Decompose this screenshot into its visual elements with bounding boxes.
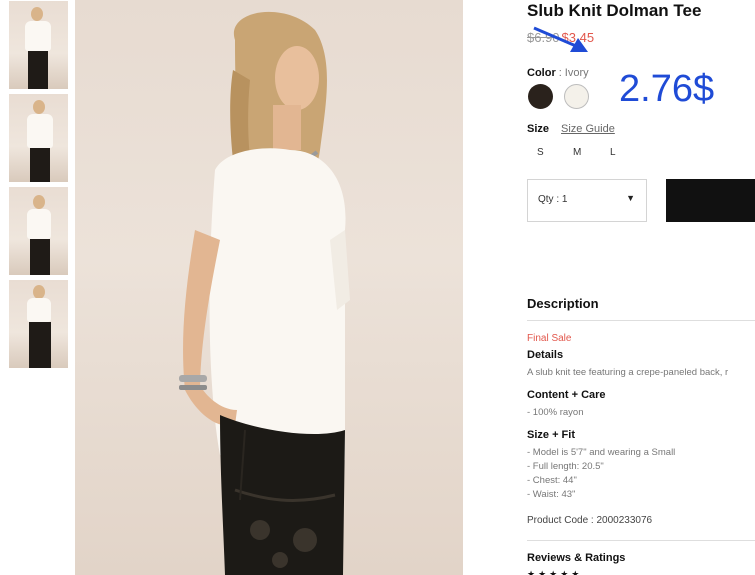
- thumbnail-figure-head: [33, 100, 45, 114]
- size-label: Size: [527, 123, 550, 135]
- thumbnail-2[interactable]: [9, 94, 68, 182]
- thumbnail-figure-shirt: [27, 298, 51, 322]
- thumbnail-figure-head: [31, 7, 43, 21]
- size-fit-line: - Full length: 20.5": [527, 461, 604, 472]
- final-sale-label: Final Sale: [527, 333, 572, 344]
- annotation-price: 2.76$: [619, 68, 715, 110]
- thumbnail-figure-pants: [30, 148, 50, 182]
- size-fit-line: - Waist: 43": [527, 489, 576, 500]
- content-care-text: - 100% rayon: [527, 407, 584, 418]
- thumbnail-figure-shirt: [27, 114, 53, 148]
- quantity-select[interactable]: Qty : 1 ▼: [527, 179, 647, 222]
- thumbnail-figure-head: [33, 195, 45, 209]
- thumbnail-3[interactable]: [9, 187, 68, 275]
- description-heading[interactable]: Description: [527, 296, 599, 311]
- thumbnail-figure-pants: [30, 239, 50, 275]
- quantity-value: Qty : 1: [538, 194, 568, 205]
- color-separator: :: [558, 67, 562, 79]
- size-fit-heading: Size + Fit: [527, 429, 575, 441]
- details-heading: Details: [527, 349, 564, 361]
- size-guide-link[interactable]: Size Guide: [561, 123, 615, 135]
- divider: [527, 540, 755, 541]
- details-text: A slub knit tee featuring a crepe-panele…: [527, 367, 729, 378]
- size-fit-line: - Chest: 44": [527, 475, 577, 486]
- thumbnail-figure-shirt: [27, 209, 51, 239]
- thumbnail-figure-head: [33, 285, 45, 299]
- selected-color: Ivory: [564, 67, 589, 79]
- divider: [527, 320, 755, 321]
- size-option-l[interactable]: L: [610, 147, 616, 158]
- arrow-icon: [533, 26, 588, 52]
- size-option-s[interactable]: S: [537, 147, 544, 158]
- size-option-m[interactable]: M: [573, 147, 581, 158]
- star-icon: ★★★★★: [527, 569, 583, 575]
- thumbnail-figure-pants: [29, 322, 51, 368]
- main-product-image[interactable]: [75, 0, 463, 575]
- size-fit-line: - Model is 5'7" and wearing a Small: [527, 447, 676, 458]
- color-swatch-ivory[interactable]: [564, 84, 589, 109]
- thumbnail-figure-shirt: [25, 21, 51, 51]
- product-code: Product Code : 2000233076: [527, 515, 653, 526]
- thumbnail-figure-pants: [28, 51, 48, 89]
- color-label: Color: [527, 67, 556, 79]
- product-title: Slub Knit Dolman Tee: [527, 1, 702, 20]
- color-selector-label: Color: Ivory: [527, 67, 589, 79]
- size-selector-label: Size Size Guide: [527, 123, 615, 135]
- thumbnail-4[interactable]: [9, 280, 68, 368]
- thumbnail-1[interactable]: [9, 1, 68, 89]
- color-swatch-dark[interactable]: [528, 84, 553, 109]
- chevron-down-icon: ▼: [626, 193, 635, 203]
- product-page: Slub Knit Dolman Tee $6.90 $3.45 2.76$ Co…: [0, 0, 755, 575]
- reviews-heading[interactable]: Reviews & Ratings: [527, 552, 625, 564]
- model-illustration: [179, 11, 350, 575]
- add-to-bag-button[interactable]: [666, 179, 755, 222]
- content-care-heading: Content + Care: [527, 389, 606, 401]
